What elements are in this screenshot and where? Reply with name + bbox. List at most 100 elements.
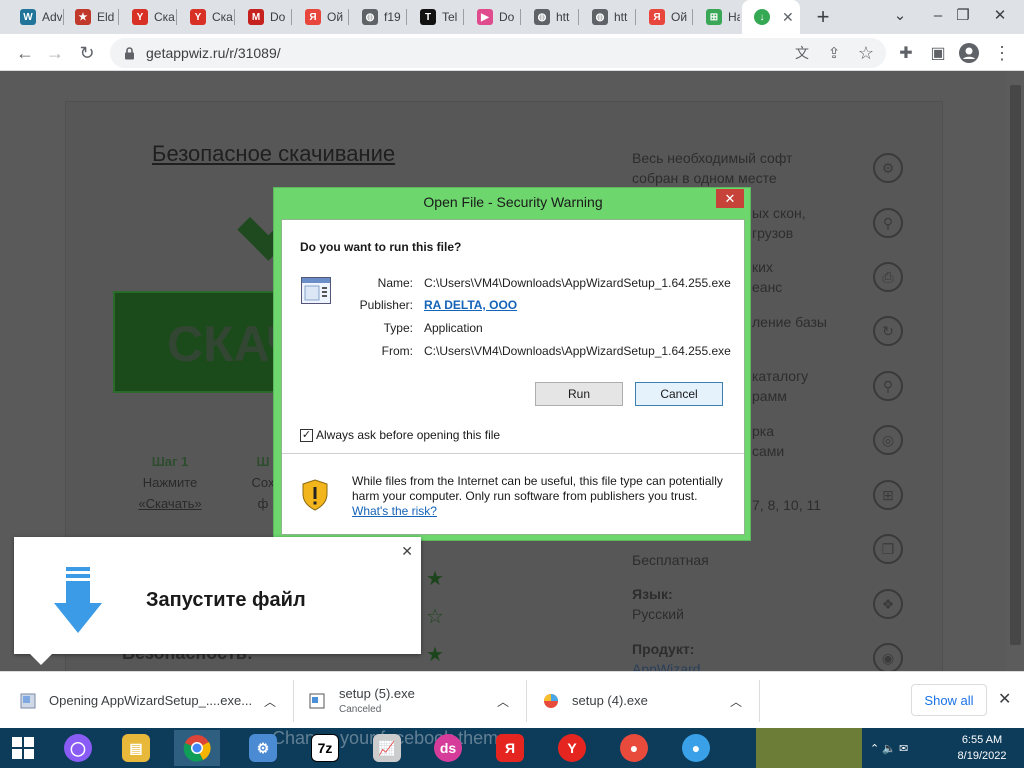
- alice-assistant-icon[interactable]: ◯: [55, 730, 101, 766]
- tab[interactable]: ★ Eld: [63, 0, 117, 34]
- tab-separator: [520, 9, 521, 25]
- taskbar-clock[interactable]: 6:55 AM 8/19/2022: [944, 732, 1020, 764]
- page-title: Безопасное скачивание: [152, 141, 396, 166]
- run-button[interactable]: Run: [535, 382, 623, 406]
- control-panel-icon[interactable]: ⚙: [240, 730, 286, 766]
- profile-avatar-icon[interactable]: [956, 40, 982, 66]
- chevron-up-icon[interactable]: ︿: [730, 693, 742, 710]
- windows-taskbar: Change your facebook theme ◯ ▤ ⚙ 7z 📈 ds…: [0, 728, 1024, 768]
- installer-ball-icon[interactable]: ●: [673, 730, 719, 766]
- new-tab-button[interactable]: +: [811, 4, 835, 30]
- tab[interactable]: Y Ска: [120, 0, 175, 34]
- page-scrollbar[interactable]: [1007, 71, 1024, 671]
- feature-text: еанс: [752, 279, 783, 295]
- run-file-toast: ✕ Запустите файл: [14, 537, 421, 654]
- tab[interactable]: ▶ Do: [465, 0, 519, 34]
- toast-close-icon[interactable]: ✕: [401, 543, 413, 560]
- tab-label: Ска: [212, 10, 233, 24]
- step-2-title: Ш: [256, 454, 270, 469]
- windows-icon: ⊞: [873, 480, 903, 510]
- tab[interactable]: ◍ htt: [580, 0, 634, 34]
- maximize-button[interactable]: ❐: [950, 4, 976, 26]
- download-item[interactable]: Opening AppWizardSetup_....exe...: [20, 672, 252, 729]
- tab[interactable]: Y Ска: [178, 0, 233, 34]
- tab[interactable]: ◍ htt: [522, 0, 577, 34]
- url-text: getappwiz.ru/r/31089/: [146, 45, 281, 61]
- lock-icon[interactable]: [122, 46, 136, 60]
- warning-shield-icon: [302, 479, 328, 511]
- menu-kebab-icon[interactable]: ⋮: [989, 40, 1015, 66]
- tab-label: Do: [499, 10, 515, 24]
- feature-text: AppWizard: [632, 661, 701, 671]
- file-explorer-icon[interactable]: ▤: [113, 730, 159, 766]
- close-window-button[interactable]: ✕: [987, 4, 1013, 26]
- download-item-name: setup (4).exe: [572, 693, 648, 708]
- download-item[interactable]: setup (5).exe Canceled: [309, 672, 415, 729]
- tab[interactable]: ⊞ На: [694, 0, 740, 34]
- forward-arrow-icon[interactable]: →: [42, 40, 68, 66]
- tab[interactable]: W Adv: [8, 0, 62, 34]
- tab-label: htt: [614, 10, 628, 24]
- tab-close-icon[interactable]: ✕: [782, 9, 794, 26]
- feature-text: Язык:: [632, 586, 673, 602]
- download-item-name: Opening AppWizardSetup_....exe...: [49, 693, 253, 708]
- 7zip-icon[interactable]: 7z: [302, 730, 348, 766]
- translate-icon[interactable]: 文: [789, 40, 815, 66]
- system-tray[interactable]: ⌃ 🔈 ✉: [870, 742, 908, 755]
- publisher-link[interactable]: RA DELTA, OOO: [424, 298, 517, 312]
- dialog-close-button[interactable]: ✕: [716, 189, 744, 208]
- download-bar-close-icon[interactable]: ✕: [998, 689, 1011, 709]
- tab[interactable]: M Do: [236, 0, 290, 34]
- tab[interactable]: Я Ой: [637, 0, 691, 34]
- bookmark-star-icon[interactable]: ☆: [853, 40, 879, 66]
- chevron-up-icon[interactable]: ︿: [497, 693, 509, 710]
- cancel-button[interactable]: Cancel: [635, 382, 723, 406]
- name-label: Name:: [377, 276, 413, 290]
- feature-text: Бесплатная: [632, 552, 709, 568]
- back-arrow-icon[interactable]: ←: [12, 40, 38, 66]
- tab[interactable]: ◍ f19: [350, 0, 405, 34]
- download-item[interactable]: setup (4).exe: [543, 672, 648, 729]
- yandex-browser-icon: Я: [649, 9, 665, 25]
- installer-ball-icon[interactable]: ●: [611, 730, 657, 766]
- reload-icon[interactable]: ↻: [74, 40, 100, 66]
- publisher-label: Publisher:: [359, 298, 413, 312]
- chrome-taskbar-icon[interactable]: [174, 730, 220, 766]
- yandex-icon: Y: [132, 9, 148, 25]
- resource-monitor-icon[interactable]: 📈: [364, 730, 410, 766]
- tab-separator: [291, 9, 292, 25]
- tab[interactable]: ↓ ✕: [742, 0, 800, 34]
- step-1-link[interactable]: «Скачать»: [130, 493, 210, 514]
- feature-text: Весь необходимый софт: [632, 150, 793, 166]
- always-ask-checkbox[interactable]: ✓: [300, 429, 313, 442]
- tab[interactable]: T Tel: [408, 0, 462, 34]
- tab-label: Ой: [327, 10, 344, 24]
- installer-ball-icon: [544, 693, 558, 708]
- share-icon[interactable]: ⇪: [821, 40, 847, 66]
- from-label: From:: [381, 344, 413, 358]
- yandex-browser-icon[interactable]: Y: [549, 730, 595, 766]
- star-icon: ★: [426, 568, 444, 590]
- tab[interactable]: Я Ой: [293, 0, 347, 34]
- always-ask-label[interactable]: Always ask before opening this file: [316, 428, 500, 442]
- feature-text: ление базы: [752, 314, 827, 330]
- tab-label: f19: [384, 10, 401, 24]
- side-panel-icon[interactable]: ▣: [925, 40, 951, 66]
- tab-separator: [348, 9, 349, 25]
- download-item-name: setup (5).exe: [339, 686, 415, 701]
- ds-app-icon[interactable]: ds: [425, 730, 471, 766]
- minimize-button[interactable]: –: [925, 4, 951, 26]
- chevron-up-icon[interactable]: ︿: [264, 693, 276, 710]
- tab-separator: [463, 9, 464, 25]
- start-button[interactable]: [0, 730, 46, 766]
- feature-text: 7, 8, 10, 11: [752, 497, 822, 513]
- yandex-icon[interactable]: Я: [487, 730, 533, 766]
- show-all-button[interactable]: Show all: [911, 684, 987, 716]
- tab-search-button[interactable]: ⌄: [887, 4, 913, 26]
- extensions-puzzle-icon[interactable]: ✚: [893, 40, 919, 66]
- scrollbar-thumb[interactable]: [1010, 85, 1021, 645]
- tab-separator: [692, 9, 693, 25]
- star-icon: ☆: [426, 606, 444, 628]
- whats-the-risk-link[interactable]: What's the risk?: [352, 504, 437, 518]
- address-bar[interactable]: getappwiz.ru/r/31089/: [110, 38, 886, 68]
